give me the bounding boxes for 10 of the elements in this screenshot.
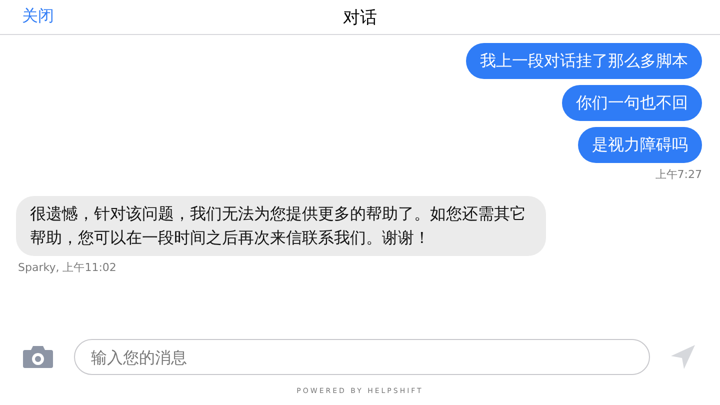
camera-icon[interactable] [22,345,54,369]
message-time: Sparky, 上午11:02 [18,260,116,275]
close-button[interactable]: 关闭 [14,6,62,27]
window-title: 对话 [343,6,377,28]
sent-message: 是视力障碍吗 [578,127,702,163]
sent-message: 我上一段对话挂了那么多脚本 [466,43,702,79]
message-input[interactable]: 输入您的消息 [74,339,650,375]
sent-message: 你们一句也不回 [562,85,702,121]
message-time: 上午7:27 [655,167,702,182]
received-message: 很遗憾，针对该问题，我们无法为您提供更多的帮助了。如您还需其它帮助，您可以在一段时间之后再次来信联系我们。谢谢！ [16,196,546,256]
